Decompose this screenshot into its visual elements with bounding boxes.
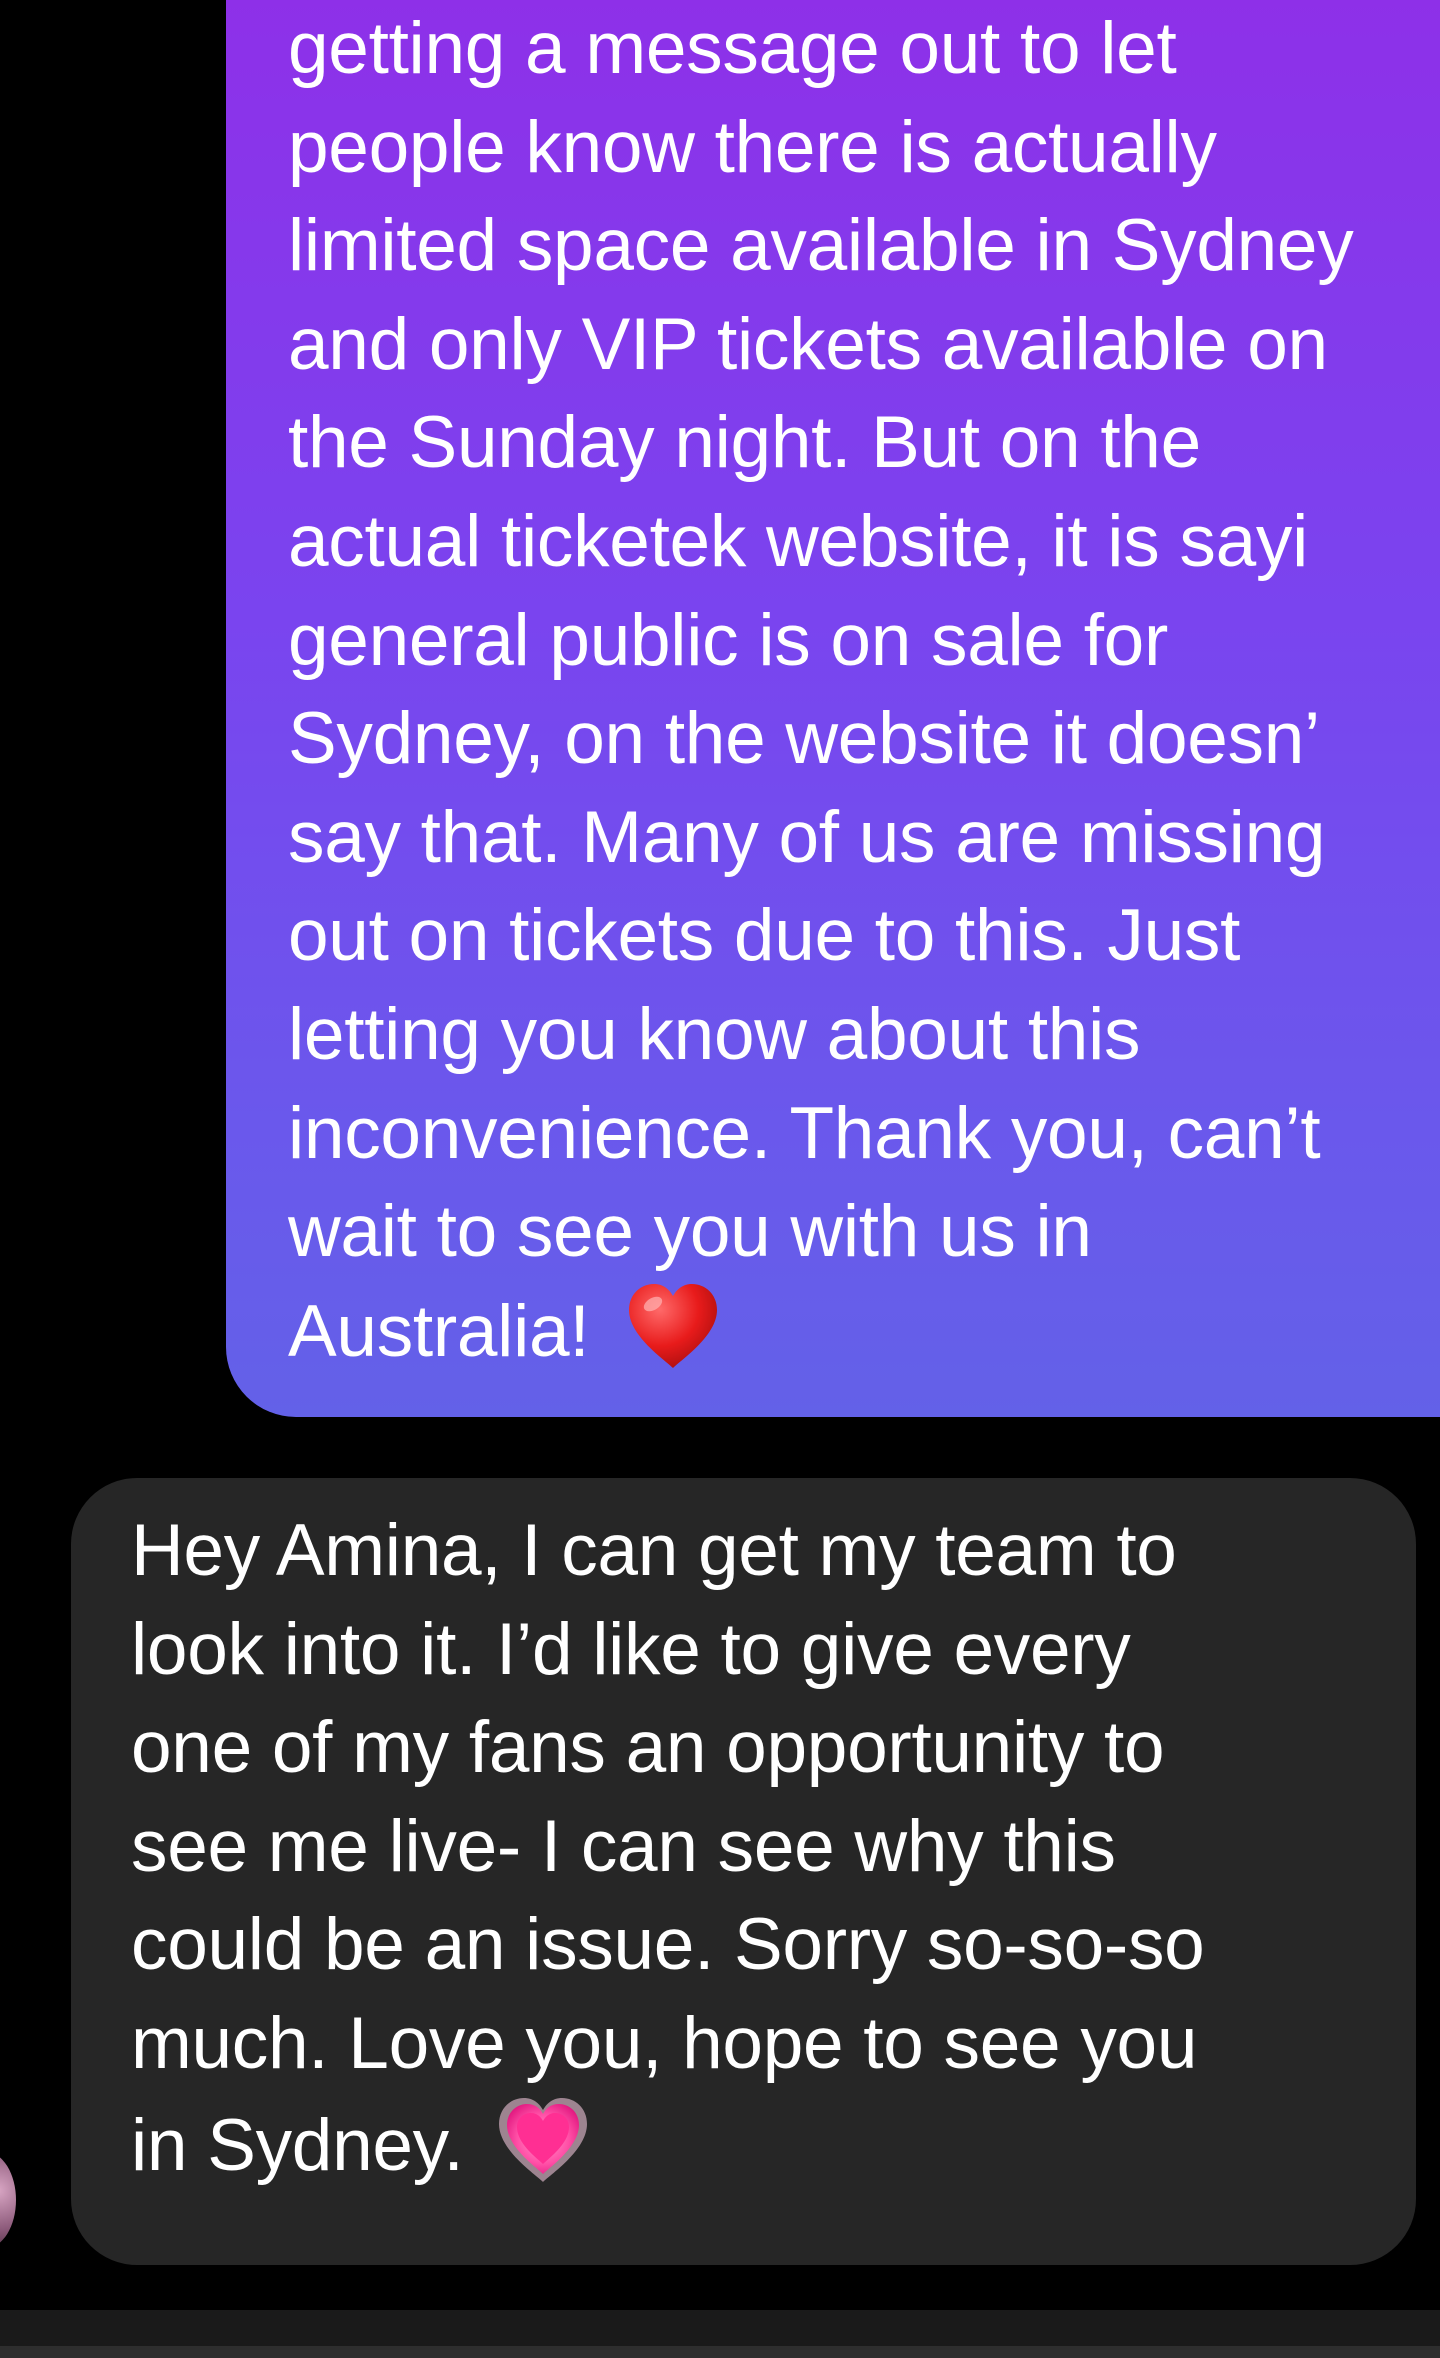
sent-message-bubble[interactable]: getting a message out to let people know… <box>226 0 1440 1417</box>
bottom-divider <box>0 2346 1440 2358</box>
sent-line: wait to see you with us in <box>288 1191 1092 1273</box>
received-line: one of my fans an opportunity to <box>131 1707 1165 1789</box>
sent-line: say that. Many of us are missing <box>288 796 1326 878</box>
chat-thread: getting a message out to let people know… <box>0 0 1440 2358</box>
sent-line: out on tickets due to this. Just <box>288 895 1241 977</box>
avatar[interactable] <box>0 2152 16 2248</box>
pink-heart-icon <box>495 2094 591 2210</box>
sent-line: limited space available in Sydney <box>288 205 1354 287</box>
sent-message-text: getting a message out to let people know… <box>288 0 1440 1395</box>
sent-line: inconvenience. Thank you, can’t <box>288 1092 1321 1174</box>
received-line: much. Love you, hope to see you <box>131 2002 1198 2084</box>
sent-line: Australia! <box>288 1290 590 1372</box>
received-line: in Sydney. <box>131 2104 464 2186</box>
sent-line: people know there is actually <box>288 106 1217 188</box>
sent-line: the Sunday night. But on the <box>288 402 1201 484</box>
received-message-text: Hey Amina, I can get my team to look int… <box>131 1502 1416 2209</box>
sent-line: actual ticketek website, it is sayi <box>288 500 1309 582</box>
received-line: see me live- I can see why this <box>131 1805 1116 1887</box>
received-line: look into it. I’d like to give every <box>131 1608 1131 1690</box>
sent-line: getting a message out to let <box>288 8 1177 89</box>
sent-line: Sydney, on the website it doesn’ <box>288 698 1320 780</box>
sent-line: letting you know about this <box>288 993 1141 1075</box>
sent-line: general public is on sale for <box>288 599 1168 681</box>
received-message-bubble[interactable]: Hey Amina, I can get my team to look int… <box>71 1478 1416 2265</box>
sent-line: and only VIP tickets available on <box>288 303 1328 385</box>
received-line: could be an issue. Sorry so-so-so <box>131 1904 1205 1986</box>
red-heart-icon <box>625 1282 721 1396</box>
received-line: Hey Amina, I can get my team to <box>131 1510 1177 1591</box>
